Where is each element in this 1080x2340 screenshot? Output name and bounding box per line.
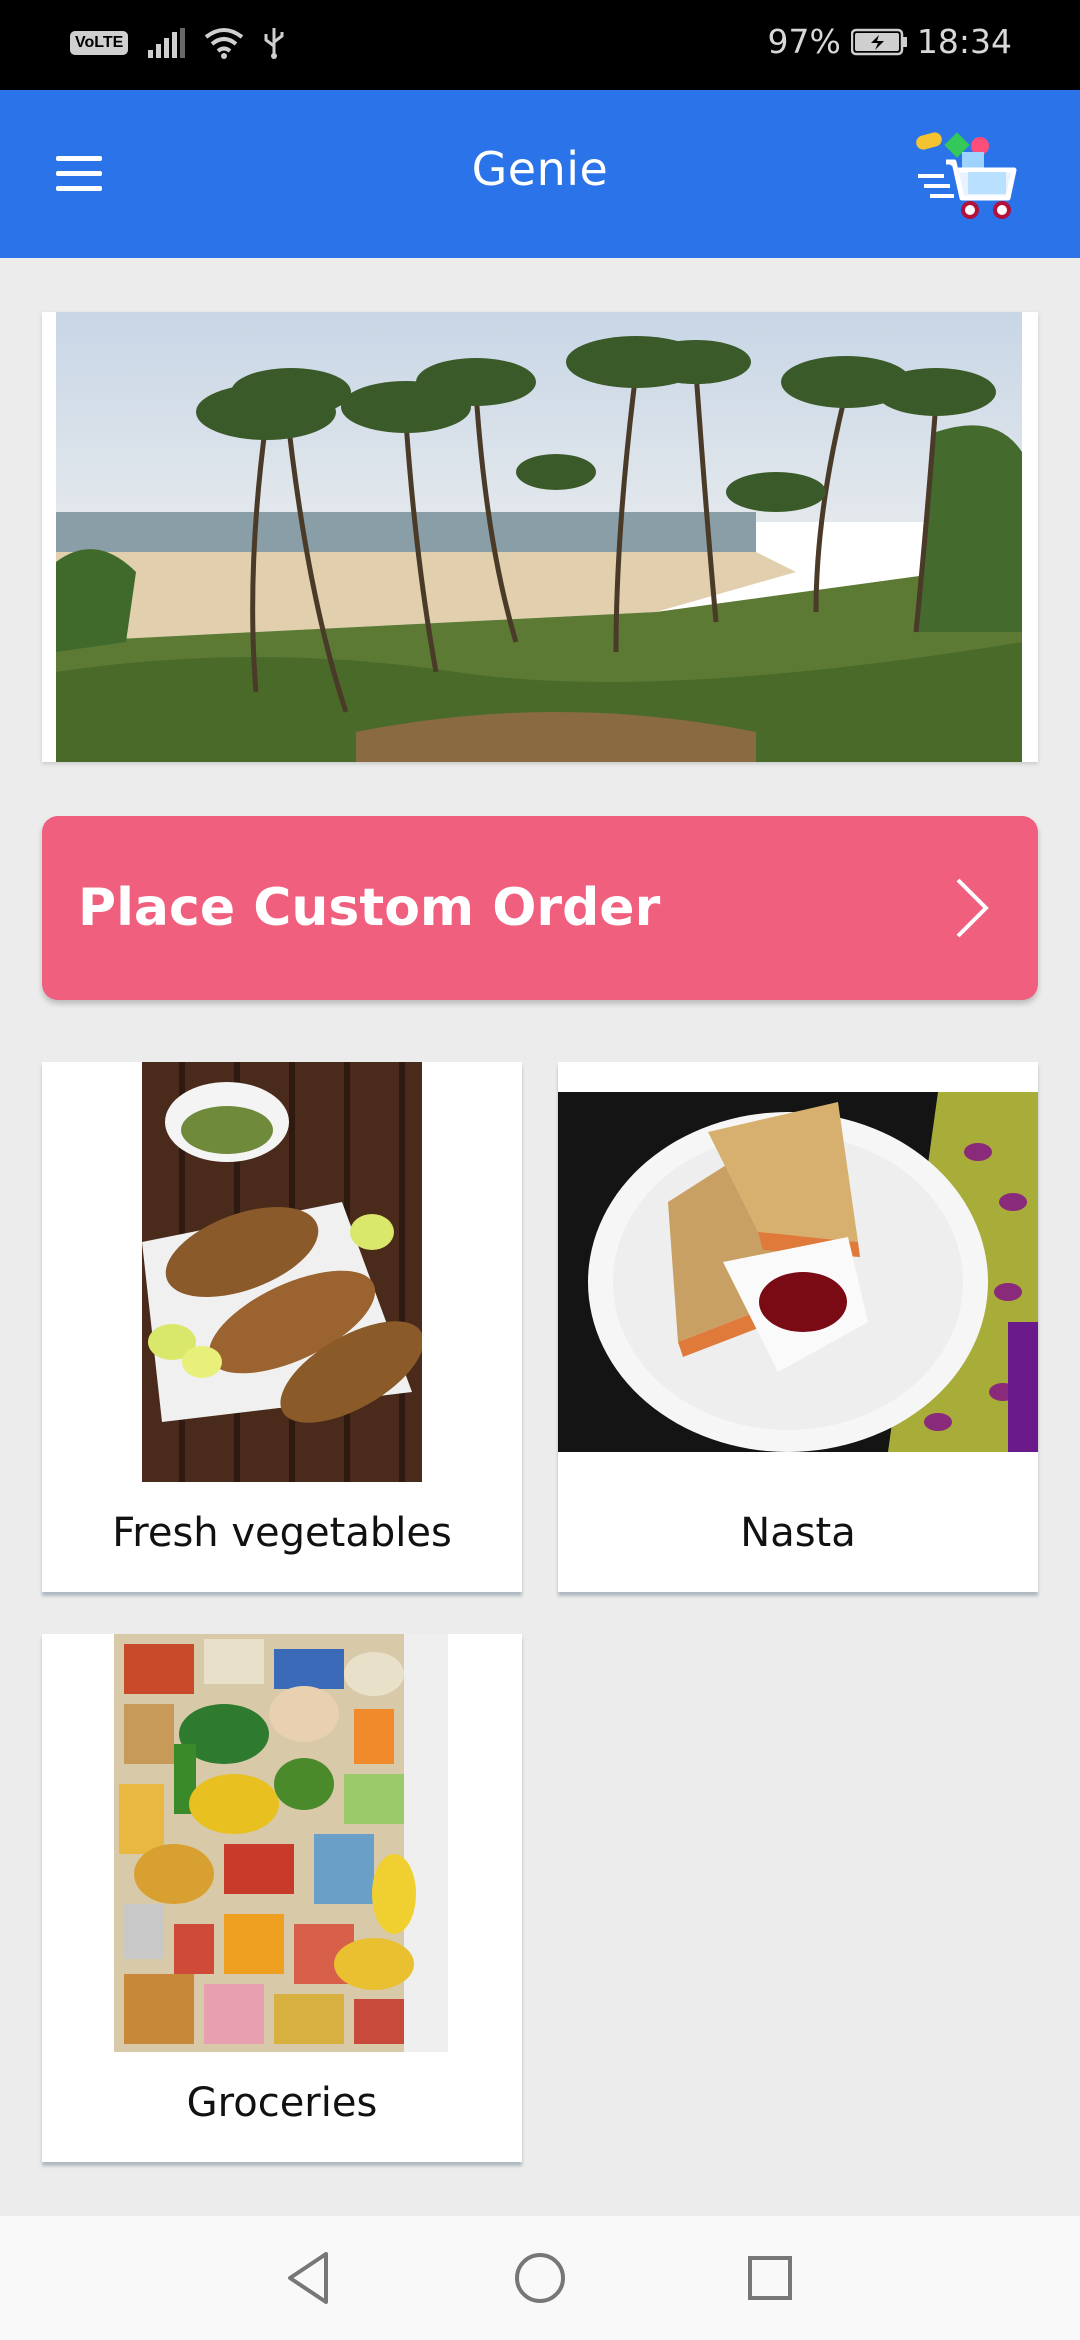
battery-percent: 97% bbox=[767, 22, 841, 61]
volte-badge: VoLTE bbox=[70, 31, 129, 55]
status-right-group: 97% 18:34 bbox=[768, 22, 1012, 61]
app-bar: Genie bbox=[0, 90, 1080, 258]
beach-palm-trees-photo bbox=[56, 312, 1022, 762]
category-card-groceries[interactable]: Groceries bbox=[42, 1634, 522, 2162]
category-card-nasta[interactable]: Nasta bbox=[558, 1062, 1038, 1592]
system-nav-bar bbox=[0, 2216, 1080, 2340]
status-bar: VoLTE 97% 18:34 bbox=[0, 0, 1080, 90]
recents-square-icon[interactable] bbox=[738, 2246, 802, 2310]
category-label: Nasta bbox=[740, 1510, 856, 1556]
shopping-cart-icon[interactable] bbox=[914, 122, 1018, 226]
place-custom-order-button[interactable]: Place Custom Order bbox=[42, 816, 1038, 1000]
category-card-fresh-vegetables[interactable]: Fresh vegetables bbox=[42, 1062, 522, 1592]
category-label: Groceries bbox=[186, 2080, 378, 2126]
battery-charging-icon bbox=[850, 28, 907, 55]
banner-card bbox=[42, 312, 1038, 762]
fried-fish-photo bbox=[142, 1062, 422, 1482]
usb-icon bbox=[264, 28, 284, 59]
status-left-group: VoLTE bbox=[70, 26, 286, 60]
wifi-icon bbox=[205, 28, 244, 59]
custom-order-label: Place Custom Order bbox=[78, 878, 661, 938]
category-label: Fresh vegetables bbox=[112, 1510, 452, 1556]
signal-icon bbox=[148, 28, 186, 58]
groceries-photo bbox=[114, 1634, 448, 2052]
sandwich-photo bbox=[558, 1092, 1038, 1452]
home-circle-icon[interactable] bbox=[508, 2246, 572, 2310]
clock: 18:34 bbox=[916, 22, 1012, 61]
chevron-right-icon bbox=[956, 878, 989, 938]
back-triangle-icon[interactable] bbox=[278, 2246, 342, 2310]
